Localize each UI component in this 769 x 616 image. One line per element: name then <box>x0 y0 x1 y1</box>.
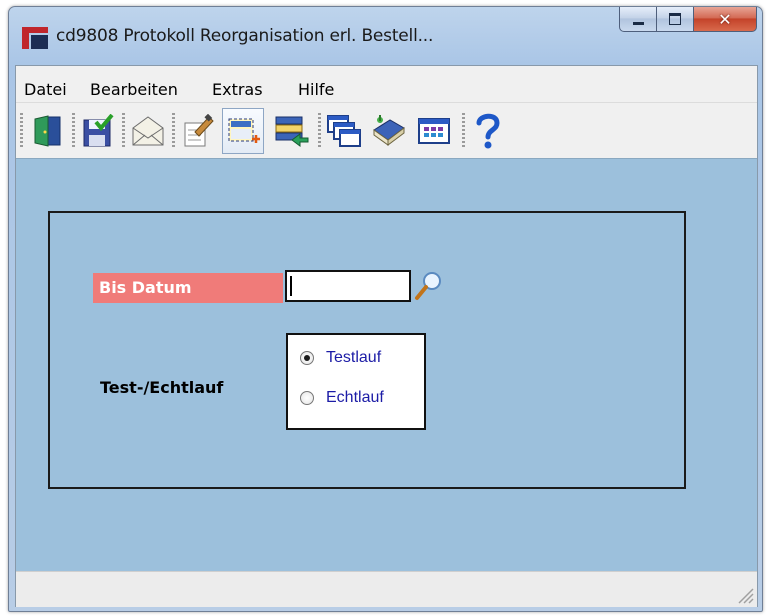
search-icon[interactable] <box>413 268 445 304</box>
toolbar-separator <box>462 113 465 147</box>
exit-door-icon <box>34 115 61 147</box>
application-window: cd9808 Protokoll Reorganisation erl. Bes… <box>8 6 763 612</box>
close-icon: ✕ <box>718 9 732 29</box>
maximize-icon <box>669 13 681 25</box>
toolbar <box>16 103 757 157</box>
radio-testlauf[interactable]: Testlauf <box>300 349 381 367</box>
edit-button[interactable] <box>178 111 218 151</box>
test-echtlauf-label: Test-/Echtlauf <box>100 378 224 397</box>
menu-bearbeiten[interactable]: Bearbeiten <box>90 80 178 99</box>
menu-extras[interactable]: Extras <box>212 80 263 99</box>
help-question-icon <box>476 113 500 149</box>
edit-document-icon <box>184 114 214 147</box>
text-caret <box>290 276 292 296</box>
caption-buttons: ✕ <box>619 7 757 33</box>
bis-datum-input[interactable] <box>285 270 411 302</box>
run-mode-radio-group: Testlauf Echtlauf <box>286 333 426 430</box>
toolbar-separator <box>172 113 175 147</box>
bis-datum-label: Bis Datum <box>93 273 283 303</box>
minimize-icon <box>632 21 644 25</box>
radio-echtlauf[interactable]: Echtlauf <box>300 389 384 407</box>
radio-echtlauf-label[interactable]: Echtlauf <box>326 389 384 407</box>
minimize-button[interactable] <box>619 7 657 32</box>
windows-button[interactable] <box>324 111 364 151</box>
radio-button-selected[interactable] <box>300 351 314 365</box>
close-button[interactable]: ✕ <box>694 7 757 32</box>
resize-grip-icon[interactable] <box>733 583 755 605</box>
help-button[interactable] <box>468 111 508 151</box>
import-button[interactable] <box>272 111 312 151</box>
menu-datei[interactable]: Datei <box>24 80 67 99</box>
toolbar-separator <box>122 113 125 147</box>
new-selection-icon <box>228 118 260 143</box>
grid-table-icon <box>418 118 450 144</box>
list-import-icon <box>275 116 309 147</box>
toolbar-grip[interactable] <box>20 113 23 147</box>
toolbar-separator <box>318 113 321 147</box>
save-button[interactable] <box>78 111 118 151</box>
book-icon <box>373 115 405 146</box>
radio-testlauf-label[interactable]: Testlauf <box>326 349 381 367</box>
windows-cascade-icon <box>327 115 361 147</box>
window-title: cd9808 Protokoll Reorganisation erl. Bes… <box>56 26 434 46</box>
app-icon[interactable] <box>22 27 48 49</box>
table-button[interactable] <box>414 111 454 151</box>
title-bar[interactable]: cd9808 Protokoll Reorganisation erl. Bes… <box>9 7 762 63</box>
exit-button[interactable] <box>28 111 68 151</box>
menu-hilfe[interactable]: Hilfe <box>298 80 334 99</box>
menu-bar: Datei Bearbeiten Extras Hilfe <box>16 66 757 103</box>
book-button[interactable] <box>368 111 408 151</box>
radio-button-unselected[interactable] <box>300 391 314 405</box>
maximize-button[interactable] <box>657 7 694 32</box>
status-bar <box>16 571 757 607</box>
toolbar-separator <box>72 113 75 147</box>
mail-button[interactable] <box>128 111 168 151</box>
mail-envelope-icon <box>132 116 164 146</box>
save-disk-icon <box>83 114 114 147</box>
new-selection-button[interactable] <box>222 108 264 154</box>
